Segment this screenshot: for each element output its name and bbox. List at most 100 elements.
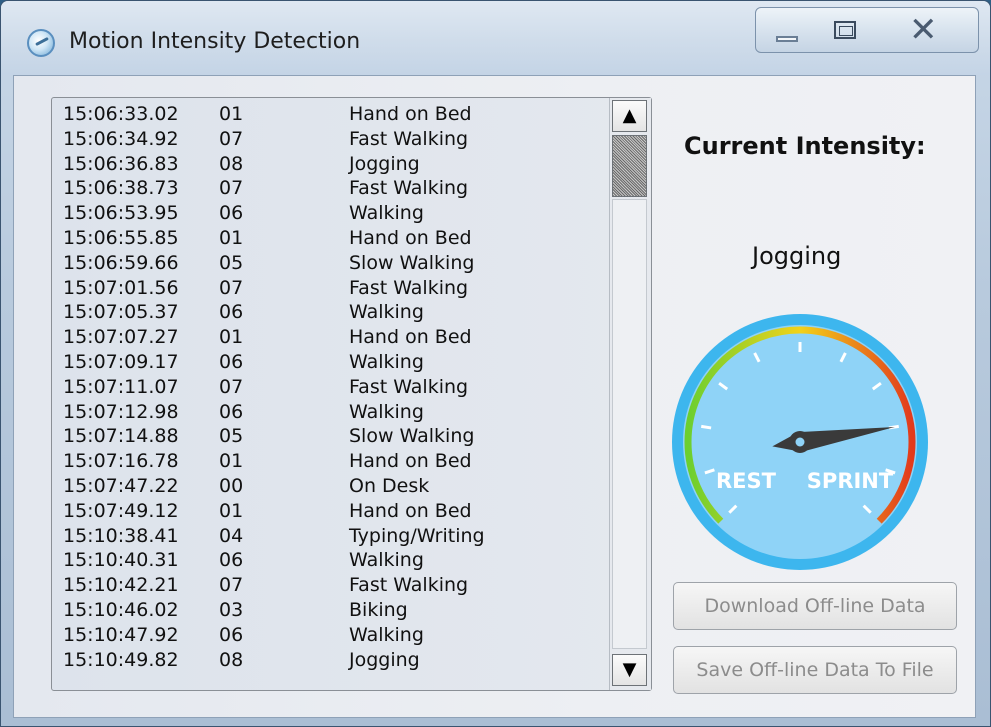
gauge-tick — [700, 424, 712, 430]
log-row[interactable]: 15:10:46.02 03 Biking — [63, 598, 608, 623]
log-row[interactable]: 15:10:47.92 06 Walking — [63, 623, 608, 648]
log-activity: Hand on Bed — [349, 326, 472, 349]
log-code: 06 — [219, 202, 244, 225]
client-area: 15:06:33.02 01 Hand on Bed 15:06:34.92 07 Fas… — [13, 75, 976, 718]
log-code: 01 — [219, 226, 244, 249]
log-row[interactable]: 15:07:14.88 05 Slow Walking — [63, 424, 608, 449]
log-code: 07 — [219, 177, 244, 200]
log-code: 07 — [219, 276, 244, 299]
log-code: 01 — [219, 499, 244, 522]
log-time: 15:07:47.22 — [63, 474, 179, 497]
current-intensity-label: Current Intensity: — [684, 132, 926, 160]
log-code: 05 — [219, 251, 244, 274]
maximize-icon — [834, 21, 856, 39]
minimize-button[interactable] — [755, 7, 815, 53]
log-code: 08 — [219, 152, 244, 175]
log-time: 15:06:55.85 — [63, 226, 179, 249]
maximize-button[interactable] — [814, 7, 876, 53]
log-row[interactable]: 15:10:49.82 08 Jogging — [63, 648, 608, 673]
download-offline-data-button[interactable]: Download Off-line Data — [673, 582, 957, 630]
gauge-needle-hub-center — [795, 437, 805, 447]
window-title: Motion Intensity Detection — [69, 29, 361, 54]
log-row[interactable]: 15:07:12.98 06 Walking — [63, 400, 608, 425]
close-icon: ✕ — [909, 10, 938, 50]
log-row[interactable]: 15:06:33.02 01 Hand on Bed — [63, 102, 608, 127]
log-row[interactable]: 15:07:47.22 00 On Desk — [63, 474, 608, 499]
minimize-icon — [776, 36, 798, 42]
log-row[interactable]: 15:07:09.17 06 Walking — [63, 350, 608, 375]
gauge-sprint-label: SPRINT — [807, 469, 894, 493]
log-time: 15:06:34.92 — [63, 127, 179, 150]
log-activity: Fast Walking — [349, 127, 469, 150]
log-row[interactable]: 15:06:34.92 07 Fast Walking — [63, 127, 608, 152]
log-time: 15:07:05.37 — [63, 301, 179, 324]
log-row[interactable]: 15:07:11.07 07 Fast Walking — [63, 375, 608, 400]
log-code: 03 — [219, 598, 244, 621]
log-time: 15:10:46.02 — [63, 598, 179, 621]
log-activity: Biking — [349, 598, 408, 621]
log-code: 06 — [219, 400, 244, 423]
save-offline-data-button[interactable]: Save Off-line Data To File — [673, 646, 957, 694]
log-rows: 15:06:33.02 01 Hand on Bed 15:06:34.92 07 Fas… — [63, 102, 608, 672]
log-row[interactable]: 15:06:59.66 05 Slow Walking — [63, 251, 608, 276]
log-activity: Slow Walking — [349, 251, 475, 274]
log-activity: Hand on Bed — [349, 103, 472, 125]
log-time: 15:10:47.92 — [63, 623, 179, 646]
activity-log-list[interactable]: 15:06:33.02 01 Hand on Bed 15:06:34.92 07 Fas… — [51, 97, 652, 691]
log-row[interactable]: 15:07:07.27 01 Hand on Bed — [63, 325, 608, 350]
log-time: 15:07:01.56 — [63, 276, 179, 299]
log-code: 06 — [219, 623, 244, 646]
log-code: 06 — [219, 549, 244, 572]
log-time: 15:07:09.17 — [63, 350, 179, 373]
log-code: 05 — [219, 425, 244, 448]
scroll-down-button[interactable]: ▼ — [612, 654, 647, 686]
log-code: 00 — [219, 474, 244, 497]
log-row[interactable]: 15:10:40.31 06 Walking — [63, 548, 608, 573]
log-row[interactable]: 15:06:55.85 01 Hand on Bed — [63, 226, 608, 251]
log-activity: Walking — [349, 350, 424, 373]
log-activity: Fast Walking — [349, 375, 469, 398]
log-activity: Typing/Writing — [349, 524, 485, 547]
log-time: 15:06:36.83 — [63, 152, 179, 175]
log-activity: Walking — [349, 623, 424, 646]
log-code: 01 — [219, 103, 244, 125]
log-time: 15:10:40.31 — [63, 549, 179, 572]
vertical-scrollbar[interactable]: ▲ ▼ — [609, 98, 651, 690]
log-row[interactable]: 15:06:53.95 06 Walking — [63, 201, 608, 226]
scroll-track[interactable] — [612, 199, 647, 649]
log-time: 15:07:12.98 — [63, 400, 179, 423]
gauge-app-icon — [27, 29, 55, 57]
log-activity: Fast Walking — [349, 276, 469, 299]
log-code: 07 — [219, 375, 244, 398]
log-row[interactable]: 15:07:16.78 01 Hand on Bed — [63, 449, 608, 474]
log-row[interactable]: 15:07:49.12 01 Hand on Bed — [63, 499, 608, 524]
log-activity: Walking — [349, 202, 424, 225]
log-time: 15:07:16.78 — [63, 450, 179, 473]
log-activity: Slow Walking — [349, 425, 475, 448]
log-activity: Walking — [349, 549, 424, 572]
log-time: 15:07:11.07 — [63, 375, 179, 398]
log-activity: Walking — [349, 301, 424, 324]
log-time: 15:07:49.12 — [63, 499, 179, 522]
log-time: 15:06:53.95 — [63, 202, 179, 225]
log-row[interactable]: 15:07:05.37 06 Walking — [63, 300, 608, 325]
log-time: 15:07:07.27 — [63, 326, 179, 349]
log-row[interactable]: 15:06:38.73 07 Fast Walking — [63, 176, 608, 201]
title-bar[interactable]: Motion Intensity Detection ✕ — [1, 1, 990, 75]
scroll-thumb[interactable] — [612, 135, 647, 197]
log-row[interactable]: 15:06:36.83 08 Jogging — [63, 152, 608, 177]
log-code: 07 — [219, 127, 244, 150]
log-activity: Jogging — [349, 648, 420, 671]
log-row[interactable]: 15:07:01.56 07 Fast Walking — [63, 276, 608, 301]
scroll-up-button[interactable]: ▲ — [612, 100, 647, 132]
log-activity: Hand on Bed — [349, 499, 472, 522]
log-code: 06 — [219, 301, 244, 324]
log-row[interactable]: 15:10:38.41 04 Typing/Writing — [63, 524, 608, 549]
log-code: 08 — [219, 648, 244, 671]
log-time: 15:10:38.41 — [63, 524, 179, 547]
log-row[interactable]: 15:10:42.21 07 Fast Walking — [63, 573, 608, 598]
log-code: 01 — [219, 450, 244, 473]
log-time: 15:10:49.82 — [63, 648, 179, 671]
close-button[interactable]: ✕ — [875, 7, 979, 53]
log-time: 15:06:38.73 — [63, 177, 179, 200]
